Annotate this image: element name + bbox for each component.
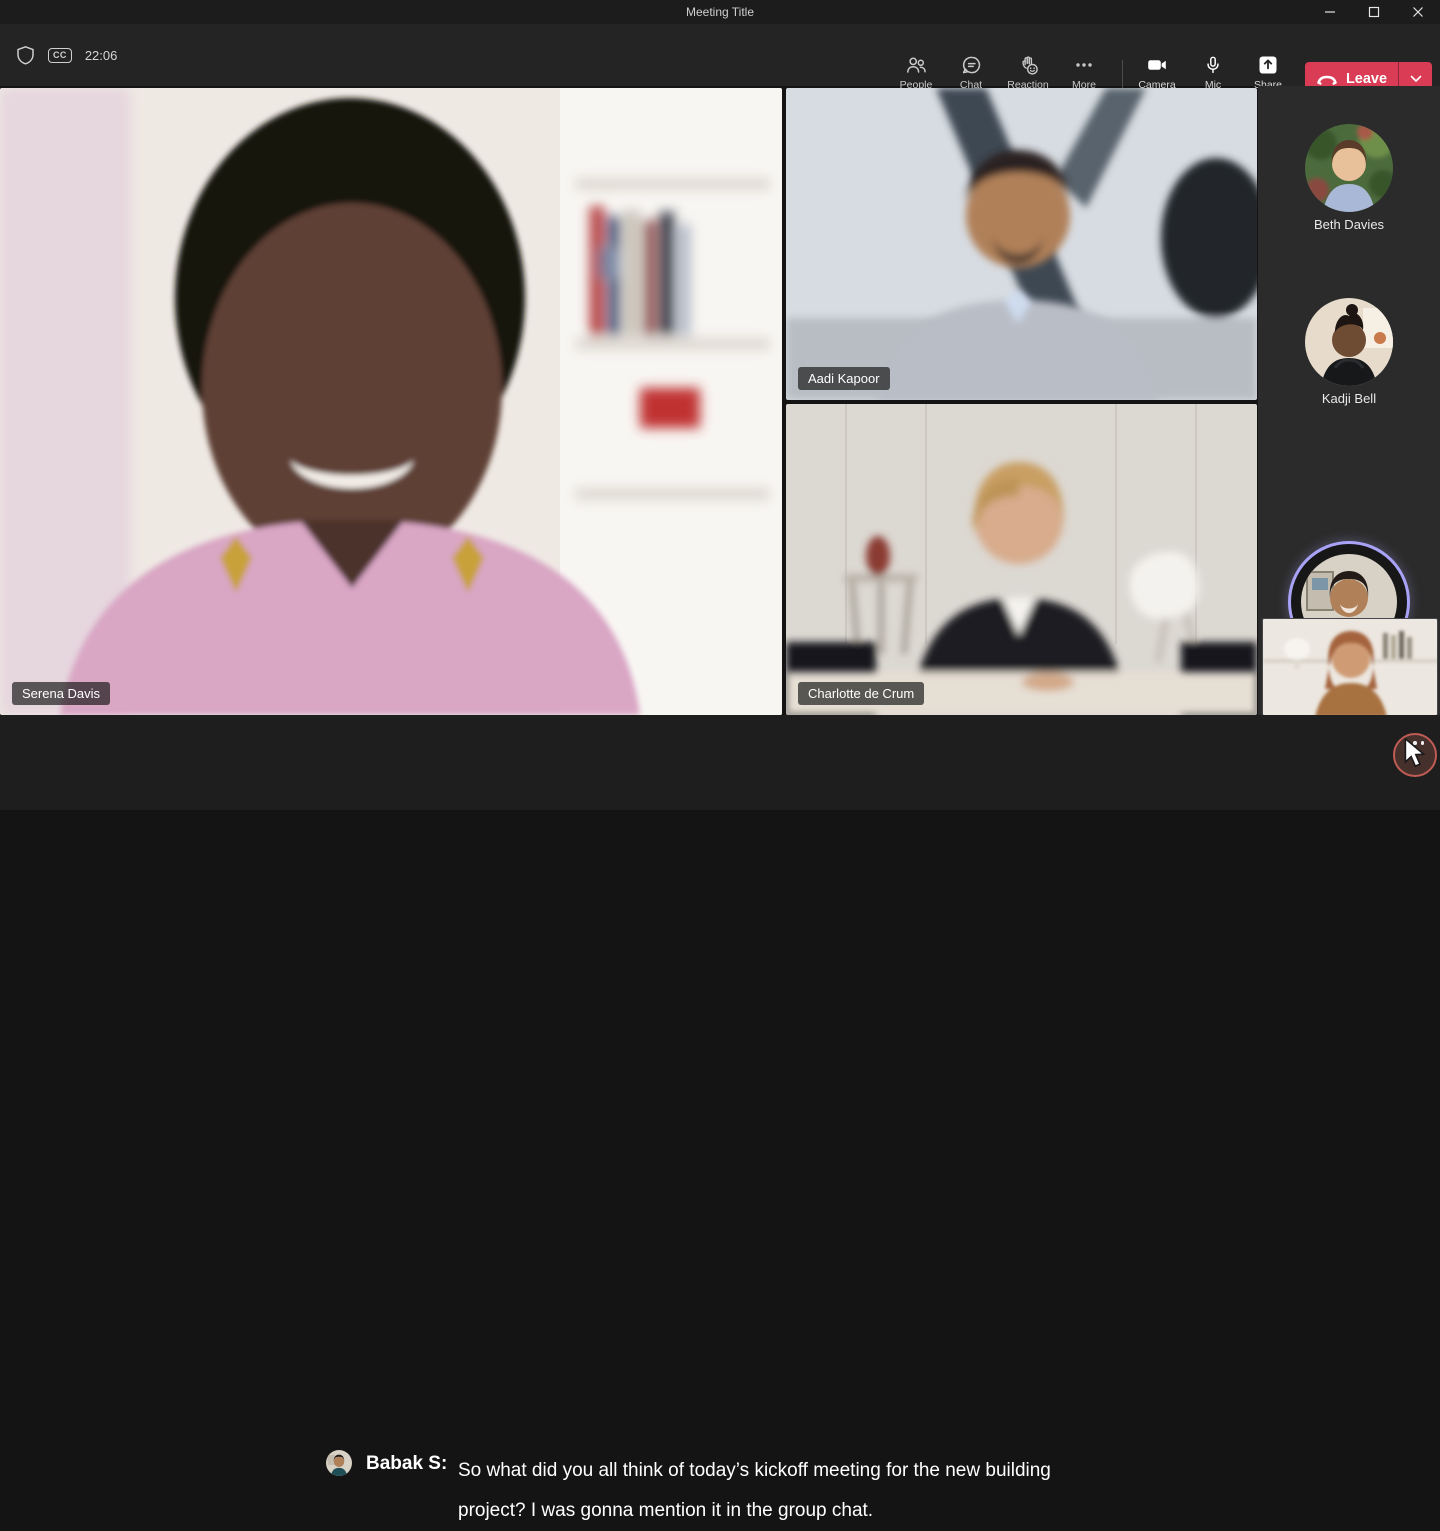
caption-line-2: project? I was gonna mention it in the g… [458,1491,1051,1531]
people-icon [905,55,927,75]
aadi-video-image [786,88,1257,400]
avatar-beth-davies[interactable] [1305,124,1393,212]
video-tile-charlotte-de-crum[interactable]: Charlotte de Crum [786,404,1257,715]
close-icon [1412,6,1424,18]
caption-speaker-avatar [326,1450,352,1476]
caption-line-1: So what did you all think of today’s kic… [458,1451,1051,1491]
leave-label: Leave [1346,71,1387,87]
video-name-label: Charlotte de Crum [798,682,924,705]
live-captions-bar: Babak S: So what did you all think of to… [0,715,1440,810]
video-tile-serena-davis[interactable]: Serena Davis [0,88,782,715]
more-icon [1073,55,1095,75]
meeting-toolbar: CC 22:06 People Chat [0,24,1440,86]
minimize-button[interactable] [1308,0,1352,24]
self-view-video[interactable] [1262,618,1438,716]
hangup-icon [1316,72,1338,86]
participant-name: Beth Davies [1258,217,1440,232]
camera-icon [1146,55,1168,75]
serena-video-image [0,88,782,715]
mic-icon [1202,55,1224,75]
self-view-image [1263,619,1438,716]
charlotte-video-image [786,404,1257,715]
caption-speaker-name: Babak S: [366,1453,447,1475]
beth-avatar-image [1305,124,1393,212]
chat-icon [961,55,982,75]
maximize-icon [1368,6,1380,18]
minimize-icon [1324,6,1336,18]
meeting-info: CC 22:06 [16,24,117,86]
share-icon [1258,55,1278,75]
video-tile-aadi-kapoor[interactable]: Aadi Kapoor [786,88,1257,400]
close-button[interactable] [1396,0,1440,24]
meeting-timer: 22:06 [85,48,118,63]
shield-icon [16,45,35,65]
video-name-label: Aadi Kapoor [798,367,890,390]
window-titlebar: Meeting Title [0,0,1440,24]
window-controls [1308,0,1440,24]
maximize-button[interactable] [1352,0,1396,24]
mouse-cursor [1402,738,1428,770]
participant-name: Kadji Bell [1258,391,1440,406]
video-name-label: Serena Davis [12,682,110,705]
caption-text: So what did you all think of today’s kic… [458,1451,1051,1531]
window-title: Meeting Title [686,5,754,19]
kadji-avatar-image [1305,298,1393,386]
chevron-down-icon [1410,75,1422,83]
reaction-icon [1017,55,1039,75]
closed-captions-badge[interactable]: CC [48,48,72,63]
avatar-kadji-bell[interactable] [1305,298,1393,386]
caption-avatar-image [326,1450,352,1476]
